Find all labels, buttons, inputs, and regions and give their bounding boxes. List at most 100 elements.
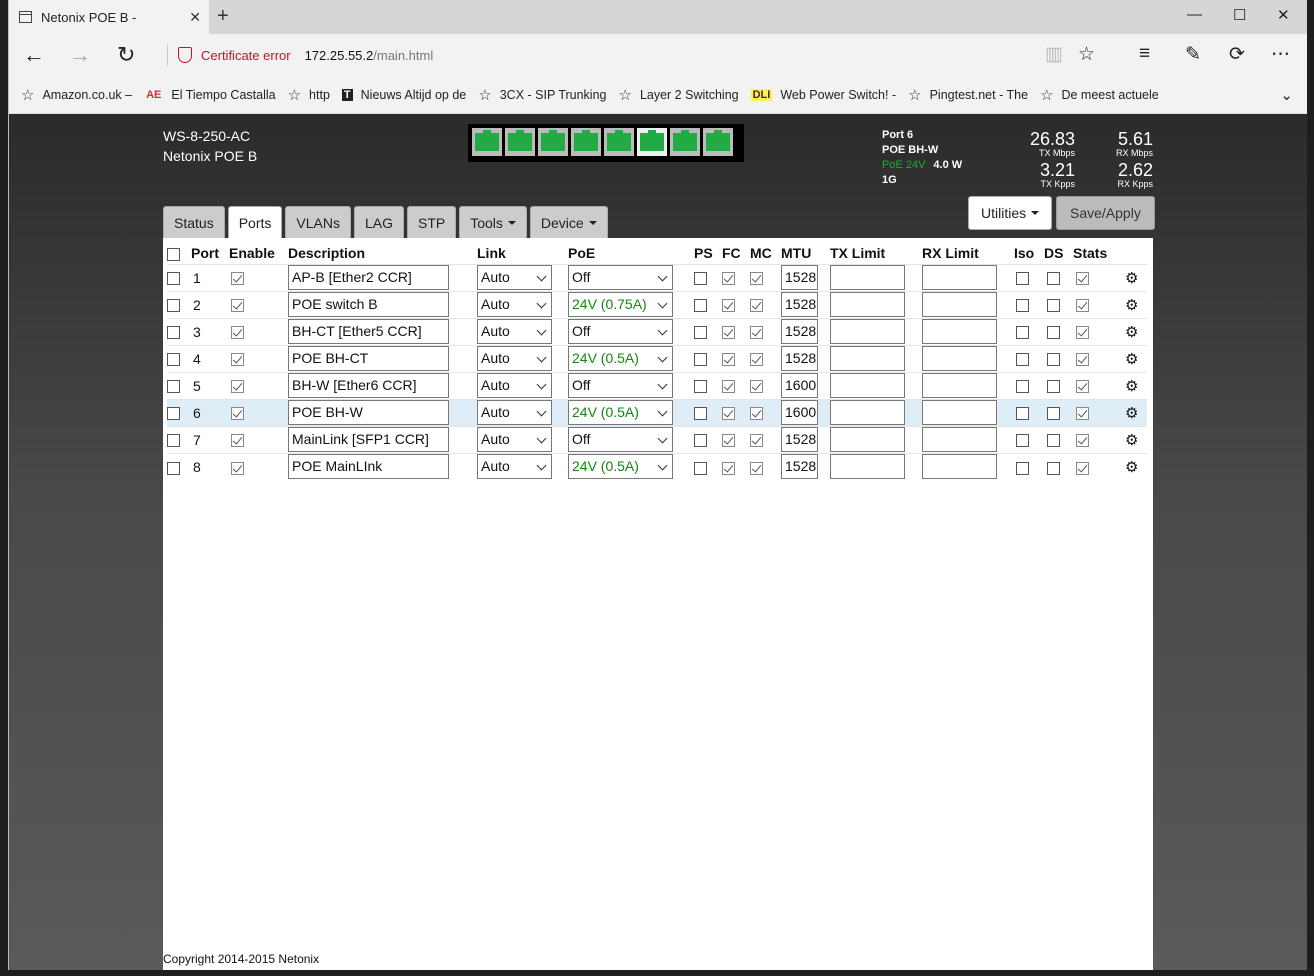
hub-icon[interactable]: ≡ [1139,43,1150,65]
ps-checkbox[interactable] [694,326,707,340]
forward-icon[interactable]: → [69,42,91,68]
port-led-3[interactable] [538,128,568,156]
mtu-input[interactable]: 1528 [781,454,818,480]
link-select[interactable]: Auto [477,319,552,344]
fc-checkbox[interactable] [722,353,735,367]
iso-checkbox[interactable] [1016,461,1029,475]
tab-status[interactable]: Status [163,206,225,238]
iso-checkbox[interactable] [1016,407,1029,421]
favorite-item[interactable]: ☆ De meest actuele [1040,86,1159,104]
select-checkbox[interactable] [167,461,180,475]
ds-checkbox[interactable] [1047,326,1060,340]
fc-checkbox[interactable] [722,461,735,475]
poe-select[interactable]: 24V (0.5A) [568,400,673,425]
mc-checkbox[interactable] [750,299,763,313]
rx-limit-input[interactable] [922,400,997,425]
stats-checkbox[interactable] [1076,299,1089,313]
tx-limit-input[interactable] [830,265,905,290]
tab-tools[interactable]: Tools [459,206,527,238]
enable-checkbox[interactable] [231,299,244,313]
stats-checkbox[interactable] [1076,272,1089,286]
minimize-icon[interactable]: — [1187,6,1202,23]
port-led-1[interactable] [472,128,502,156]
poe-select[interactable]: 24V (0.75A) [568,292,673,317]
tx-limit-input[interactable] [830,292,905,317]
rx-limit-input[interactable] [922,454,997,480]
description-input[interactable]: BH-W [Ether6 CCR] [288,373,449,398]
gear-icon[interactable]: ⚙ [1125,378,1138,395]
favorite-item[interactable]: ☆ Layer 2 Switching [618,86,738,104]
link-select[interactable]: Auto [477,346,552,371]
tx-limit-input[interactable] [830,346,905,371]
mc-checkbox[interactable] [750,461,763,475]
utilities-button[interactable]: Utilities [968,196,1053,230]
mc-checkbox[interactable] [750,434,763,448]
link-select[interactable]: Auto [477,265,552,290]
port-led-8[interactable] [703,128,733,156]
ps-checkbox[interactable] [694,380,707,394]
ds-checkbox[interactable] [1047,434,1060,448]
select-checkbox[interactable] [167,353,180,367]
iso-checkbox[interactable] [1016,380,1029,394]
window-close-icon[interactable]: ✕ [1277,6,1290,24]
mtu-input[interactable]: 1528 [781,427,818,452]
fc-checkbox[interactable] [722,380,735,394]
fc-checkbox[interactable] [722,299,735,313]
ps-checkbox[interactable] [694,353,707,367]
ps-checkbox[interactable] [694,272,707,286]
stats-checkbox[interactable] [1076,380,1089,394]
mtu-input[interactable]: 1528 [781,346,818,371]
rx-limit-input[interactable] [922,319,997,344]
ps-checkbox[interactable] [694,434,707,448]
port-led-5[interactable] [604,128,634,156]
fc-checkbox[interactable] [722,434,735,448]
favorite-item[interactable]: ☆ Pingtest.net - The [908,86,1028,104]
more-icon[interactable]: ⋯ [1271,43,1290,66]
mc-checkbox[interactable] [750,353,763,367]
mtu-input[interactable]: 1528 [781,319,818,344]
description-input[interactable]: AP-B [Ether2 CCR] [288,265,449,290]
port-led-7[interactable] [670,128,700,156]
select-checkbox[interactable] [167,326,180,340]
stats-checkbox[interactable] [1076,353,1089,367]
tab-device[interactable]: Device [529,206,608,238]
tx-limit-input[interactable] [830,373,905,398]
enable-checkbox[interactable] [231,407,244,421]
maximize-icon[interactable]: ☐ [1233,6,1246,24]
select-all-checkbox[interactable] [167,247,180,261]
tab-vlans[interactable]: VLANs [285,206,351,238]
share-icon[interactable]: ⟳ [1229,43,1245,66]
favorite-item[interactable]: ☆ http [288,86,330,104]
description-input[interactable]: POE MainLInk [288,454,449,480]
mc-checkbox[interactable] [750,407,763,421]
gear-icon[interactable]: ⚙ [1125,270,1138,287]
port-led-2[interactable] [505,128,535,156]
mtu-input[interactable]: 1528 [781,265,818,290]
web-note-icon[interactable]: ✎ [1185,43,1201,66]
iso-checkbox[interactable] [1016,272,1029,286]
stats-checkbox[interactable] [1076,434,1089,448]
mtu-input[interactable]: 1600 [781,400,818,425]
gear-icon[interactable]: ⚙ [1125,297,1138,314]
link-select[interactable]: Auto [477,427,552,452]
mtu-input[interactable]: 1600 [781,373,818,398]
iso-checkbox[interactable] [1016,353,1029,367]
enable-checkbox[interactable] [231,461,244,475]
link-select[interactable]: Auto [477,400,552,425]
ds-checkbox[interactable] [1047,272,1060,286]
poe-select[interactable]: Off [568,373,673,398]
poe-select[interactable]: 24V (0.5A) [568,454,673,480]
tx-limit-input[interactable] [830,454,905,480]
favorite-item[interactable]: DLI Web Power Switch! - [750,88,896,102]
enable-checkbox[interactable] [231,272,244,286]
fc-checkbox[interactable] [722,272,735,286]
gear-icon[interactable]: ⚙ [1125,432,1138,449]
enable-checkbox[interactable] [231,326,244,340]
mc-checkbox[interactable] [750,272,763,286]
select-checkbox[interactable] [167,272,180,286]
favorite-item[interactable]: AE El Tiempo Castalla [144,88,276,102]
favorite-item[interactable]: T Nieuws Altijd op de [341,88,466,102]
tab-lag[interactable]: LAG [353,206,404,238]
poe-select[interactable]: Off [568,319,673,344]
iso-checkbox[interactable] [1016,326,1029,340]
